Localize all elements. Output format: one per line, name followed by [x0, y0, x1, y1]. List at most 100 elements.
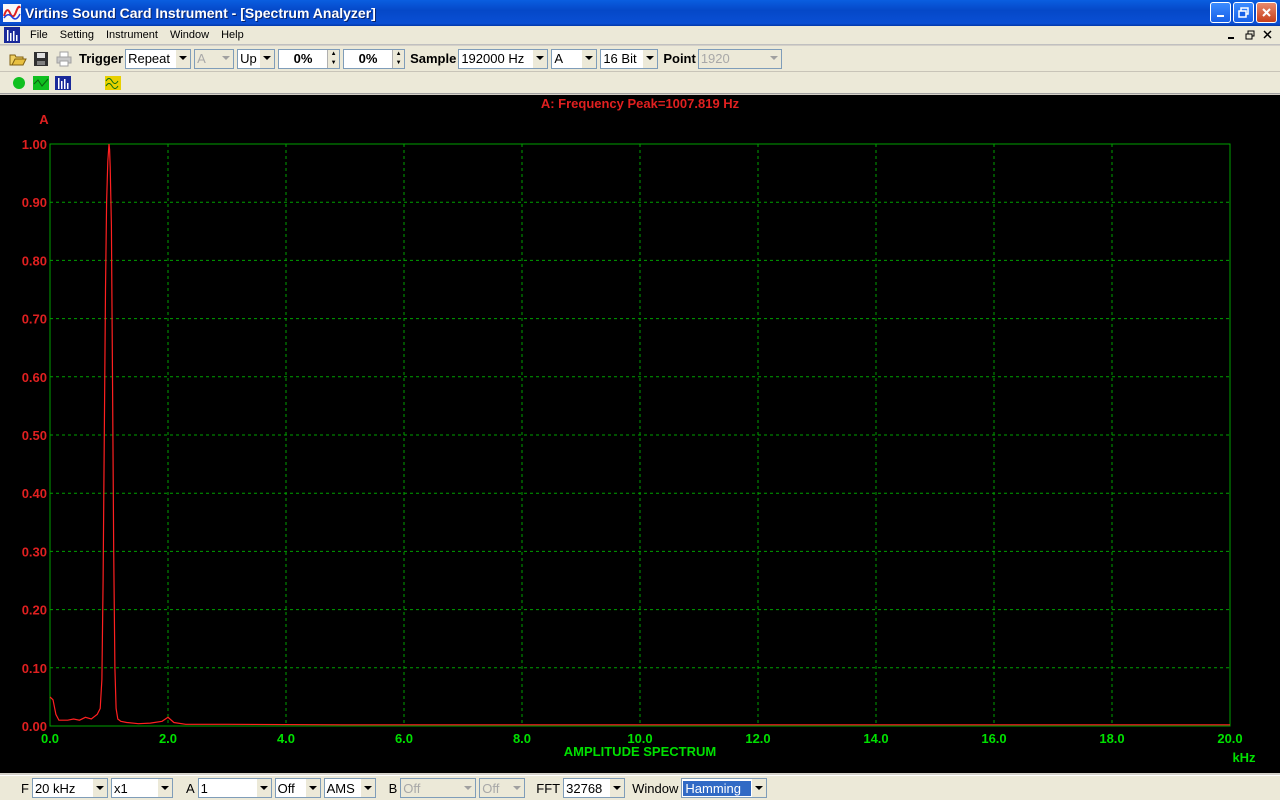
- open-button[interactable]: [8, 49, 28, 69]
- restore-button[interactable]: [1233, 2, 1254, 23]
- point-label: Point: [663, 51, 696, 66]
- menu-bar: File Setting Instrument Window Help: [0, 26, 1280, 45]
- save-button[interactable]: [31, 49, 51, 69]
- title-bar: Virtins Sound Card Instrument - [Spectru…: [0, 0, 1280, 26]
- minimize-button[interactable]: [1210, 2, 1231, 23]
- chevron-down-icon: [157, 779, 172, 797]
- channel-b-scale-select[interactable]: Off: [400, 778, 477, 798]
- bit-depth-select[interactable]: 16 Bit: [600, 48, 659, 69]
- chevron-down-icon: [643, 49, 658, 68]
- spin-up-icon[interactable]: ▲: [328, 50, 339, 59]
- channel-a-type-select[interactable]: AMS: [323, 778, 376, 798]
- print-button[interactable]: [54, 49, 74, 69]
- trigger-mode-select[interactable]: Repeat: [125, 48, 192, 69]
- signal-generator-button[interactable]: [102, 73, 124, 93]
- channel-a-type-value: AMS: [326, 780, 355, 796]
- chevron-down-icon: [256, 779, 271, 797]
- x-tick-label: 2.0: [159, 731, 177, 746]
- sample-label: Sample: [410, 51, 457, 66]
- window-function-select[interactable]: Hamming: [681, 778, 768, 798]
- chevron-down-icon: [510, 779, 525, 797]
- app-window: Virtins Sound Card Instrument - [Spectru…: [0, 0, 1280, 800]
- trigger-channel-value: A: [197, 51, 206, 66]
- y-tick-label: 0.40: [22, 486, 47, 501]
- spin-up-icon[interactable]: ▲: [393, 50, 404, 59]
- y-tick-label: 0.50: [22, 428, 47, 443]
- menu-help[interactable]: Help: [215, 29, 250, 41]
- chevron-down-icon: [360, 779, 375, 797]
- y-tick-label: 0.80: [22, 253, 47, 268]
- spectrum-plot[interactable]: 1.00 0.90 0.80 0.70 0.60 0.50 0.40 0.30 0.20 0.10…: [0, 95, 1280, 773]
- spin-down-icon[interactable]: ▼: [328, 59, 339, 68]
- chevron-down-icon: [305, 779, 320, 797]
- close-button[interactable]: [1256, 2, 1277, 23]
- sample-rate-select[interactable]: 192000 Hz: [458, 48, 549, 69]
- x-tick-label: 20.0: [1217, 731, 1242, 746]
- window-function-label: Window: [632, 780, 679, 796]
- fft-label: FFT: [536, 780, 561, 796]
- y-axis-channel-label: A: [39, 112, 49, 127]
- chevron-down-icon: [219, 49, 234, 68]
- trigger-level-spinner[interactable]: 0% ▲ ▼: [278, 48, 341, 69]
- trigger-edge-select[interactable]: Up: [237, 48, 276, 69]
- x-axis-title: AMPLITUDE SPECTRUM: [564, 744, 716, 759]
- analysis-toolbar: F 20 kHz x1 A 1 Off AMS B Off Off FFT 32…: [0, 775, 1280, 800]
- frequency-range-label: F: [21, 780, 29, 796]
- window-function-value: Hamming: [683, 780, 752, 796]
- channel-b-mode-value: Off: [482, 780, 500, 796]
- chevron-down-icon: [92, 779, 107, 797]
- frequency-range-select[interactable]: 20 kHz: [31, 778, 108, 798]
- channel-a-scale-value: 1: [200, 780, 208, 796]
- trigger-level-value: 0%: [293, 51, 313, 66]
- spectrum-chart: 1.00 0.90 0.80 0.70 0.60 0.50 0.40 0.30 0.20 0.10…: [22, 96, 1256, 765]
- trigger-delay-spinner[interactable]: 0% ▲ ▼: [343, 48, 406, 69]
- x-tick-label: 18.0: [1099, 731, 1124, 746]
- instrument-toolbar: [0, 72, 1280, 94]
- chevron-down-icon: [582, 49, 597, 68]
- menu-instrument[interactable]: Instrument: [100, 29, 164, 41]
- spectrum-bars-icon: [55, 75, 71, 90]
- x-tick-label: 0.0: [41, 731, 59, 746]
- channel-a-mode-select[interactable]: Off: [274, 778, 321, 798]
- x-tick-label: 6.0: [395, 731, 413, 746]
- signal-generator-icon: [105, 75, 121, 90]
- chevron-down-icon: [752, 779, 767, 797]
- x-axis-unit: kHz: [1232, 750, 1256, 765]
- chevron-down-icon: [461, 779, 476, 797]
- child-close-button[interactable]: [1260, 28, 1276, 42]
- fft-size-select[interactable]: 32768: [563, 778, 626, 798]
- frequency-multiplier-select[interactable]: x1: [110, 778, 173, 798]
- child-minimize-button[interactable]: [1224, 28, 1240, 42]
- chevron-down-icon: [176, 49, 191, 68]
- menu-setting[interactable]: Setting: [54, 29, 100, 41]
- window-title: Virtins Sound Card Instrument - [Spectru…: [25, 5, 376, 21]
- x-tick-label: 12.0: [745, 731, 770, 746]
- spin-down-icon[interactable]: ▼: [393, 59, 404, 68]
- y-axis-labels: 1.00 0.90 0.80 0.70 0.60 0.50 0.40 0.30 0.20 0.10…: [22, 137, 47, 734]
- minimize-icon: [1228, 37, 1234, 39]
- trigger-delay-value: 0%: [358, 51, 378, 66]
- spectrum-analyzer-button[interactable]: [52, 73, 74, 93]
- chevron-down-icon: [610, 779, 625, 797]
- y-tick-label: 0.10: [22, 661, 47, 676]
- start-button[interactable]: [8, 73, 30, 93]
- y-tick-label: 0.60: [22, 370, 47, 385]
- child-restore-button[interactable]: [1242, 28, 1258, 42]
- channel-select[interactable]: A: [551, 48, 598, 69]
- trigger-channel-select[interactable]: A: [194, 48, 235, 69]
- oscilloscope-button[interactable]: [30, 73, 52, 93]
- printer-icon: [56, 51, 72, 66]
- menu-window[interactable]: Window: [164, 29, 215, 41]
- channel-b-mode-select[interactable]: Off: [479, 778, 526, 798]
- close-icon: [1263, 30, 1272, 39]
- menu-file[interactable]: File: [24, 29, 54, 41]
- open-folder-icon: [9, 54, 27, 65]
- restore-icon: [1238, 7, 1249, 18]
- minimize-icon: [1217, 15, 1224, 17]
- channel-a-scale-select[interactable]: 1: [197, 778, 272, 798]
- x-tick-label: 14.0: [863, 731, 888, 746]
- points-select[interactable]: 1920: [697, 48, 782, 69]
- spectrum-analyzer-icon[interactable]: [4, 27, 20, 43]
- restore-icon: [1245, 30, 1255, 40]
- grid: [49, 143, 1231, 727]
